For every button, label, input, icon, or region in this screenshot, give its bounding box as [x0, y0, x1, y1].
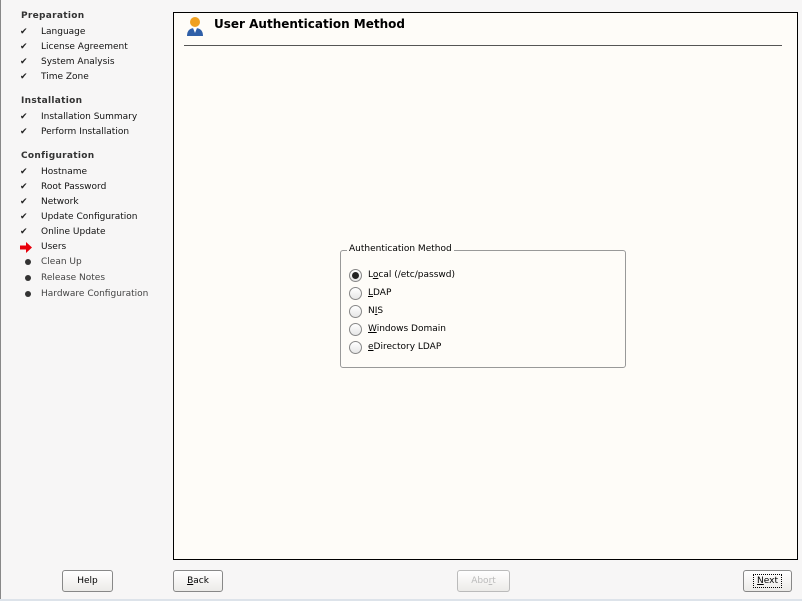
radio-label: LDAP	[368, 288, 392, 298]
checkmark-icon: ✔	[20, 227, 28, 237]
sidebar-item: ✔ Root Password	[20, 180, 106, 194]
sidebar-item-label: Online Update	[41, 227, 106, 237]
label-pre: Abo	[471, 576, 489, 586]
radio-label: eDirectory LDAP	[368, 342, 442, 352]
sidebar-item: ✔ Installation Summary	[20, 110, 137, 124]
sidebar-item: ✔ Perform Installation	[20, 125, 129, 139]
sidebar-item-label: Language	[41, 27, 86, 37]
sidebar-item: ✔ Hostname	[20, 165, 87, 179]
sidebar-item-label: Root Password	[41, 182, 107, 192]
bullet-icon	[20, 259, 41, 265]
help-label: Help	[77, 576, 98, 586]
radio-button[interactable]	[349, 340, 362, 354]
radio-button[interactable]	[349, 304, 362, 318]
checkmark-icon: ✔	[20, 112, 28, 122]
sidebar-section-title: Configuration	[21, 151, 95, 161]
window-border	[0, 0, 1, 601]
authentication-method-group: Authentication Method Local (/etc/passwd…	[340, 244, 626, 368]
radio-label: Local (/etc/passwd)	[368, 270, 455, 280]
auth-method-radio[interactable]: Local (/etc/passwd)	[349, 268, 455, 282]
sidebar-item: ✔ System Analysis	[20, 55, 115, 69]
arrow-right-icon	[20, 241, 41, 253]
title-separator	[184, 45, 782, 46]
auth-method-radio[interactable]: NIS	[349, 304, 383, 318]
radio-label: Windows Domain	[368, 324, 446, 334]
checkmark-icon: ✔	[20, 27, 28, 37]
sidebar-item-label: Clean Up	[41, 257, 82, 267]
sidebar-item-label: Release Notes	[41, 273, 106, 283]
label-post: ext	[763, 576, 778, 586]
sidebar-item-label: Time Zone	[41, 72, 89, 82]
group-label: Authentication Method	[347, 244, 454, 254]
user-icon	[187, 17, 203, 36]
auth-method-radio[interactable]: LDAP	[349, 286, 391, 300]
sidebar-item: ✔ License Agreement	[20, 40, 128, 54]
bullet-icon	[20, 291, 41, 297]
sidebar-section-title: Preparation	[21, 11, 85, 21]
next-button[interactable]: Next	[743, 570, 792, 592]
sidebar-item: Clean Up	[20, 255, 82, 269]
sidebar-item-label: Network	[41, 197, 79, 207]
sidebar-item: Users	[20, 240, 66, 254]
sidebar-item-label: Hardware Configuration	[41, 289, 149, 299]
abort-button[interactable]: Abort	[457, 570, 510, 592]
checkmark-icon: ✔	[20, 182, 28, 192]
radio-button[interactable]	[349, 286, 362, 300]
radio-label: NIS	[368, 306, 384, 316]
checkmark-icon: ✔	[20, 42, 28, 52]
sidebar-item-label: Hostname	[41, 167, 88, 177]
sidebar-item-label: License Agreement	[41, 42, 128, 52]
sidebar-item: ✔ Time Zone	[20, 70, 89, 84]
help-button[interactable]: Help	[62, 570, 113, 592]
auth-method-radio[interactable]: Windows Domain	[349, 322, 446, 336]
radio-button[interactable]	[349, 268, 362, 282]
checkmark-icon: ✔	[20, 197, 28, 207]
sidebar-item-label: System Analysis	[41, 57, 115, 67]
label-post: ack	[193, 576, 209, 586]
sidebar-item: ✔ Language	[20, 25, 85, 39]
sidebar-item: ✔ Online Update	[20, 225, 106, 239]
checkmark-icon: ✔	[20, 212, 28, 222]
mnemonic: N	[757, 576, 764, 586]
label-post: t	[492, 576, 496, 586]
sidebar-item: Hardware Configuration	[20, 287, 148, 301]
sidebar-item: ✔ Update Configuration	[20, 210, 138, 224]
sidebar-section-title: Installation	[21, 96, 83, 106]
sidebar-item: Release Notes	[20, 271, 105, 285]
sidebar-item-label: Perform Installation	[41, 127, 130, 137]
radio-button[interactable]	[349, 322, 362, 336]
sidebar-item-label: Installation Summary	[41, 112, 138, 122]
checkmark-icon: ✔	[20, 57, 28, 67]
main-panel: User Authentication Method Authenticatio…	[173, 12, 798, 560]
checkmark-icon: ✔	[20, 72, 28, 82]
sidebar-item-label: Users	[41, 242, 67, 252]
auth-method-radio[interactable]: eDirectory LDAP	[349, 340, 441, 354]
checkmark-icon: ✔	[20, 127, 28, 137]
checkmark-icon: ✔	[20, 167, 28, 177]
page-title: User Authentication Method	[214, 17, 405, 31]
bullet-icon	[20, 275, 41, 281]
sidebar-item: ✔ Network	[20, 195, 79, 209]
back-button[interactable]: Back	[173, 570, 223, 592]
sidebar-item-label: Update Configuration	[41, 212, 138, 222]
